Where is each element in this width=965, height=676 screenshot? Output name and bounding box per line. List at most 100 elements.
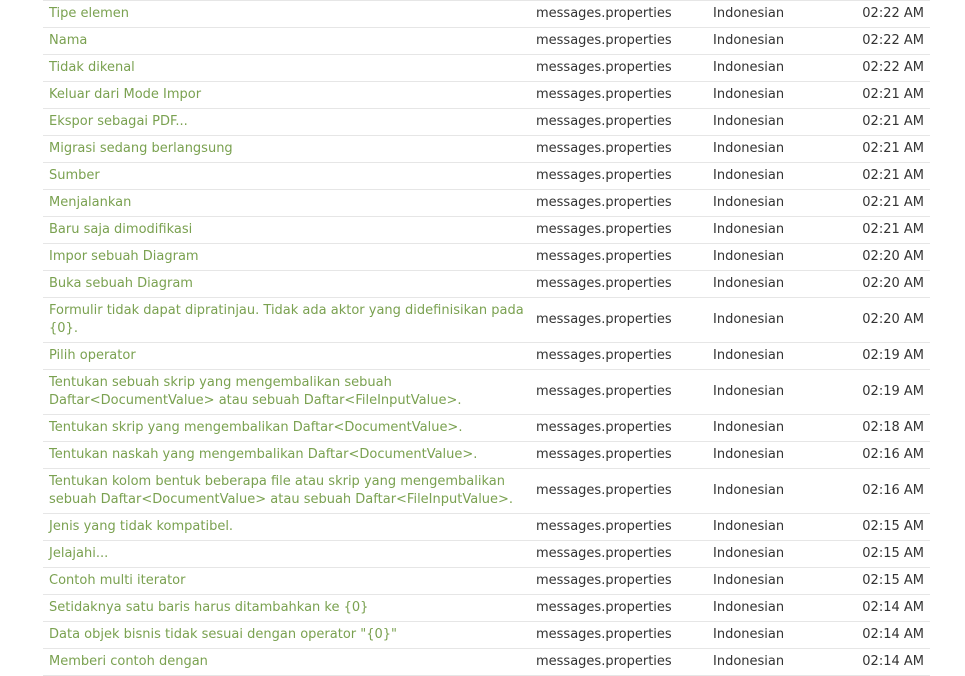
file-name-cell: messages.properties bbox=[536, 384, 672, 399]
string-title-cell: Sumber bbox=[43, 163, 530, 190]
language-cell: Indonesian bbox=[713, 546, 785, 561]
timestamp-cell: 02:21 AM bbox=[862, 114, 924, 129]
table-row: Ekspor sebagai PDF... messages.properties… bbox=[43, 108, 930, 136]
string-title-link[interactable]: Impor sebuah Diagram bbox=[49, 249, 199, 264]
string-title-link[interactable]: Tentukan skrip yang mengembalikan Daftar… bbox=[49, 420, 462, 435]
activity-table: Tipe elemen messages.properties Indonesian… bbox=[43, 0, 930, 676]
table-row: Tidak dikenal messages.properties Indonesi… bbox=[43, 54, 930, 82]
string-title-link[interactable]: Data objek bisnis tidak sesuai dengan op… bbox=[49, 627, 397, 642]
timestamp-cell: 02:22 AM bbox=[862, 33, 924, 48]
string-title-link[interactable]: Contoh multi iterator bbox=[49, 573, 185, 588]
timestamp-cell: 02:15 AM bbox=[862, 546, 924, 561]
table-row: Tentukan naskah yang mengembalikan Dafta… bbox=[43, 441, 930, 469]
string-title-cell: Setidaknya satu baris harus ditambahkan … bbox=[43, 595, 530, 622]
language-cell: Indonesian bbox=[713, 573, 785, 588]
string-title-cell: Tipe elemen bbox=[43, 1, 530, 28]
string-title-link[interactable]: Ekspor sebagai PDF... bbox=[49, 114, 188, 129]
string-title-cell: Tentukan skrip yang mengembalikan Daftar… bbox=[43, 415, 530, 442]
language-cell: Indonesian bbox=[713, 87, 785, 102]
language-cell: Indonesian bbox=[713, 249, 785, 264]
string-title-link[interactable]: Tipe elemen bbox=[49, 6, 129, 21]
timestamp-cell: 02:22 AM bbox=[862, 60, 924, 75]
language-cell: Indonesian bbox=[713, 519, 785, 534]
string-title-link[interactable]: Tentukan kolom bentuk beberapa file atau… bbox=[49, 474, 513, 507]
table-row: Keluar dari Mode Impor messages.propertie… bbox=[43, 81, 930, 109]
language-cell: Indonesian bbox=[713, 276, 785, 291]
timestamp-cell: 02:19 AM bbox=[862, 384, 924, 399]
file-name-cell: messages.properties bbox=[536, 312, 672, 327]
string-title-cell: Nama bbox=[43, 28, 530, 55]
language-cell: Indonesian bbox=[713, 60, 785, 75]
table-row: Tentukan kolom bentuk beberapa file atau… bbox=[43, 468, 930, 514]
language-cell: Indonesian bbox=[713, 141, 785, 156]
string-title-cell: Jenis yang tidak kompatibel. bbox=[43, 514, 530, 541]
timestamp-cell: 02:22 AM bbox=[862, 6, 924, 21]
string-title-cell: Jelajahi... bbox=[43, 541, 530, 568]
string-title-cell: Pilih operator bbox=[43, 343, 530, 370]
activity-table-container: Tipe elemen messages.properties Indonesian… bbox=[43, 0, 930, 676]
string-title-cell: Tentukan naskah yang mengembalikan Dafta… bbox=[43, 442, 530, 469]
timestamp-cell: 02:16 AM bbox=[862, 483, 924, 498]
language-cell: Indonesian bbox=[713, 348, 785, 363]
timestamp-cell: 02:21 AM bbox=[862, 168, 924, 183]
string-title-cell: Tentukan sebuah skrip yang mengembalikan… bbox=[43, 370, 530, 415]
string-title-link[interactable]: Jelajahi... bbox=[49, 546, 108, 561]
file-name-cell: messages.properties bbox=[536, 420, 672, 435]
table-row: Data objek bisnis tidak sesuai dengan op… bbox=[43, 621, 930, 649]
string-title-link[interactable]: Memberi contoh dengan bbox=[49, 654, 208, 669]
string-title-link[interactable]: Menjalankan bbox=[49, 195, 131, 210]
file-name-cell: messages.properties bbox=[536, 627, 672, 642]
string-title-link[interactable]: Pilih operator bbox=[49, 348, 136, 363]
table-row: Jenis yang tidak kompatibel. messages.pro… bbox=[43, 513, 930, 541]
file-name-cell: messages.properties bbox=[536, 114, 672, 129]
table-row: Nama messages.properties Indonesian 02:22 A… bbox=[43, 27, 930, 55]
file-name-cell: messages.properties bbox=[536, 447, 672, 462]
table-row: Setidaknya satu baris harus ditambahkan … bbox=[43, 594, 930, 622]
string-title-cell: Tidak dikenal bbox=[43, 55, 530, 82]
string-title-link[interactable]: Tentukan sebuah skrip yang mengembalikan… bbox=[49, 375, 461, 408]
file-name-cell: messages.properties bbox=[536, 348, 672, 363]
timestamp-cell: 02:21 AM bbox=[862, 222, 924, 237]
string-title-link[interactable]: Sumber bbox=[49, 168, 100, 183]
language-cell: Indonesian bbox=[713, 600, 785, 615]
table-row: Formulir tidak dapat dipratinjau. Tidak … bbox=[43, 297, 930, 343]
file-name-cell: messages.properties bbox=[536, 87, 672, 102]
string-title-cell: Ekspor sebagai PDF... bbox=[43, 109, 530, 136]
file-name-cell: messages.properties bbox=[536, 249, 672, 264]
timestamp-cell: 02:18 AM bbox=[862, 420, 924, 435]
file-name-cell: messages.properties bbox=[536, 600, 672, 615]
timestamp-cell: 02:14 AM bbox=[862, 654, 924, 669]
string-title-cell: Memberi contoh dengan bbox=[43, 649, 530, 676]
string-title-link[interactable]: Keluar dari Mode Impor bbox=[49, 87, 201, 102]
string-title-link[interactable]: Tentukan naskah yang mengembalikan Dafta… bbox=[49, 447, 477, 462]
file-name-cell: messages.properties bbox=[536, 276, 672, 291]
table-row: Buka sebuah Diagram messages.properties In… bbox=[43, 270, 930, 298]
file-name-cell: messages.properties bbox=[536, 195, 672, 210]
table-row: Jelajahi... messages.properties Indonesian… bbox=[43, 540, 930, 568]
timestamp-cell: 02:21 AM bbox=[862, 87, 924, 102]
file-name-cell: messages.properties bbox=[536, 573, 672, 588]
string-title-link[interactable]: Tidak dikenal bbox=[49, 60, 135, 75]
table-row: Baru saja dimodifikasi messages.propertie… bbox=[43, 216, 930, 244]
string-title-link[interactable]: Formulir tidak dapat dipratinjau. Tidak … bbox=[49, 303, 524, 336]
table-row: Contoh multi iterator messages.properties… bbox=[43, 567, 930, 595]
language-cell: Indonesian bbox=[713, 168, 785, 183]
string-title-link[interactable]: Buka sebuah Diagram bbox=[49, 276, 193, 291]
string-title-link[interactable]: Nama bbox=[49, 33, 87, 48]
string-title-link[interactable]: Jenis yang tidak kompatibel. bbox=[49, 519, 233, 534]
table-row: Migrasi sedang berlangsung messages.prope… bbox=[43, 135, 930, 163]
string-title-link[interactable]: Migrasi sedang berlangsung bbox=[49, 141, 233, 156]
timestamp-cell: 02:19 AM bbox=[862, 348, 924, 363]
string-title-link[interactable]: Baru saja dimodifikasi bbox=[49, 222, 192, 237]
timestamp-cell: 02:15 AM bbox=[862, 519, 924, 534]
string-title-link[interactable]: Setidaknya satu baris harus ditambahkan … bbox=[49, 600, 368, 615]
language-cell: Indonesian bbox=[713, 384, 785, 399]
file-name-cell: messages.properties bbox=[536, 33, 672, 48]
table-row: Tentukan sebuah skrip yang mengembalikan… bbox=[43, 369, 930, 415]
file-name-cell: messages.properties bbox=[536, 168, 672, 183]
language-cell: Indonesian bbox=[713, 33, 785, 48]
file-name-cell: messages.properties bbox=[536, 6, 672, 21]
language-cell: Indonesian bbox=[713, 114, 785, 129]
file-name-cell: messages.properties bbox=[536, 546, 672, 561]
table-row: Impor sebuah Diagram messages.properties I… bbox=[43, 243, 930, 271]
